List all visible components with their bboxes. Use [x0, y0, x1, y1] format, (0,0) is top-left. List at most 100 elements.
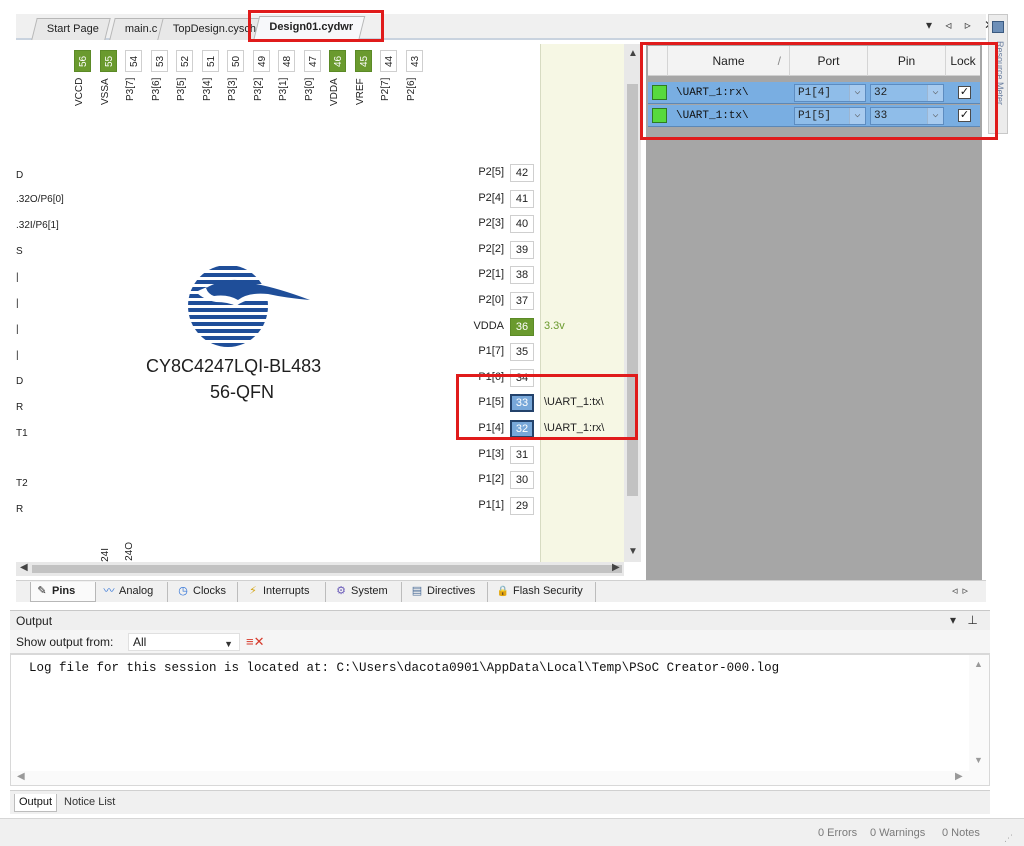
scroll-right-icon[interactable]: ▶: [955, 771, 963, 782]
scroll-left-icon[interactable]: ◀: [20, 562, 28, 573]
tab-notice-list[interactable]: Notice List: [60, 794, 119, 812]
right-pin-number[interactable]: 30: [510, 471, 534, 490]
top-pin-name: P2[6]: [405, 78, 417, 102]
status-warnings: 0 Warnings: [870, 827, 926, 839]
log-horizontal-scrollbar[interactable]: ◀ ▶: [11, 771, 969, 785]
top-pin-number[interactable]: 56: [74, 50, 91, 72]
tab-output[interactable]: Output: [14, 794, 58, 812]
top-pin-name: P2[7]: [380, 78, 391, 102]
tab-clocks[interactable]: ◷ Clocks: [172, 582, 238, 602]
tab-analog[interactable]: 〰 Analog: [98, 582, 168, 602]
bottom-pin-label: 24O: [124, 542, 135, 561]
log-vertical-scrollbar[interactable]: ▲ ▼: [969, 655, 989, 785]
left-pin-label: .32O/P6[0]: [16, 194, 64, 205]
editor-bottom-tabs: ✎ Pins 〰 Analog ◷ Clocks ⚡ Interrupts ⚙ Syste…: [16, 580, 986, 602]
top-pin-name: P3[7]: [125, 78, 136, 102]
output-log-area[interactable]: Log file for this session is located at:…: [10, 654, 990, 786]
right-pin-name: VDDA: [473, 319, 504, 332]
top-pin-number[interactable]: 43: [405, 50, 423, 72]
chip-part-number: CY8C4247LQI-BL483: [146, 356, 322, 376]
left-pin-label: D: [16, 170, 24, 181]
top-pin-number[interactable]: 51: [201, 50, 219, 72]
left-pin-label: S: [16, 246, 23, 257]
right-pin-name: P2[2]: [478, 242, 504, 255]
top-pin-number[interactable]: 48: [278, 50, 295, 72]
chevron-down-icon[interactable]: ▼: [224, 636, 233, 652]
left-pin-label: |: [16, 324, 19, 335]
tab-directives[interactable]: ▤ Directives: [406, 582, 488, 602]
document-tab-strip: Start Page main.c TopDesign.cysch Design…: [16, 14, 986, 42]
canvas-horizontal-scrollbar[interactable]: ◀ ▶: [16, 562, 624, 576]
pin-signal-label: 3.3v: [544, 319, 565, 332]
right-pin-name: P1[1]: [478, 498, 504, 511]
resize-grip-icon[interactable]: ⋰: [1004, 833, 1013, 844]
top-pin-name: VCCD: [74, 78, 85, 107]
top-pin-number[interactable]: 45: [354, 50, 372, 72]
top-pin-number[interactable]: 46: [329, 50, 346, 72]
status-notes: 0 Notes: [942, 827, 980, 839]
left-pin-label: D: [16, 376, 24, 387]
top-pin-name: P3[2]: [252, 78, 264, 102]
top-pin-number[interactable]: 55: [99, 50, 117, 72]
output-pane-title-bar: Output ▾ ⊥ ✕: [10, 610, 990, 641]
cypress-logo-icon: [188, 266, 310, 347]
right-pin-number[interactable]: 29: [510, 496, 534, 515]
pins-icon: ✎: [37, 585, 47, 597]
right-pin-number[interactable]: 37: [510, 292, 534, 310]
scroll-right-icon[interactable]: ▶: [612, 562, 620, 573]
right-pin-number[interactable]: 36: [510, 317, 534, 336]
highlight-frame-tab: [248, 10, 384, 42]
canvas-vertical-scrollbar[interactable]: ▲ ▼: [624, 44, 641, 562]
chip-package: 56-QFN: [210, 382, 275, 402]
canvas-signal-margin: [540, 44, 624, 562]
scroll-down-icon[interactable]: ▼: [628, 546, 638, 557]
top-pin-number[interactable]: 49: [252, 50, 270, 72]
scroll-left-icon[interactable]: ◀: [17, 771, 25, 782]
bottom-tab-scroll-arrows[interactable]: ◃▹: [952, 584, 973, 597]
right-pin-number[interactable]: 40: [510, 215, 534, 234]
top-pin-name: P3[1]: [278, 78, 289, 102]
left-pin-label: R: [16, 402, 24, 413]
status-bar: 0 Errors 0 Warnings 0 Notes ⋰: [0, 818, 1024, 846]
right-pin-number[interactable]: 31: [510, 445, 534, 464]
top-pin-name: VSSA: [99, 78, 111, 105]
tab-interrupts[interactable]: ⚡ Interrupts: [242, 582, 326, 602]
left-pin-label: R: [16, 504, 24, 515]
directives-icon: ▤: [411, 585, 423, 597]
interrupt-icon: ⚡: [249, 585, 257, 597]
resource-meter-icon: [992, 21, 1004, 33]
left-pin-label: |: [16, 298, 19, 309]
bottom-pin-label: 24I: [100, 548, 111, 562]
left-pin-label: T1: [16, 428, 28, 439]
scroll-down-icon[interactable]: ▼: [974, 755, 983, 765]
scroll-up-icon[interactable]: ▲: [974, 659, 983, 669]
top-pin-number[interactable]: 47: [303, 50, 321, 72]
top-pin-number[interactable]: 53: [150, 50, 168, 72]
scroll-thumb[interactable]: [32, 565, 622, 573]
right-pin-number[interactable]: 41: [510, 189, 534, 208]
tab-system[interactable]: ⚙ System: [330, 582, 402, 602]
clear-output-icon[interactable]: ≡✕: [246, 634, 264, 650]
tab-start-page[interactable]: Start Page: [31, 18, 111, 40]
show-output-select[interactable]: All ▼: [128, 633, 240, 651]
highlight-frame-uart-pins: [456, 374, 638, 440]
right-pin-name: P1[7]: [478, 345, 504, 358]
right-pin-name: P2[4]: [478, 191, 504, 204]
top-pin-number[interactable]: 54: [125, 50, 142, 72]
left-pin-label: .32I/P6[1]: [16, 220, 59, 231]
right-pin-number[interactable]: 39: [510, 240, 534, 259]
show-output-toolbar: Show output from: All ▼ ≡✕: [10, 630, 990, 654]
right-pin-number[interactable]: 42: [510, 164, 534, 182]
right-pin-number[interactable]: 38: [510, 266, 534, 285]
tab-pins[interactable]: ✎ Pins: [30, 582, 96, 602]
right-pin-name: P2[1]: [478, 268, 504, 281]
tab-flash-security[interactable]: 🔒 Flash Security: [492, 582, 596, 602]
top-pin-number[interactable]: 52: [176, 50, 193, 72]
right-pin-number[interactable]: 35: [510, 343, 534, 362]
top-pin-number[interactable]: 44: [380, 50, 397, 72]
scroll-up-icon[interactable]: ▲: [628, 48, 638, 59]
left-pin-label: T2: [16, 478, 28, 489]
right-pin-name: P2[0]: [478, 294, 504, 306]
top-pin-number[interactable]: 50: [227, 50, 244, 72]
highlight-frame-pin-table: [640, 42, 998, 140]
